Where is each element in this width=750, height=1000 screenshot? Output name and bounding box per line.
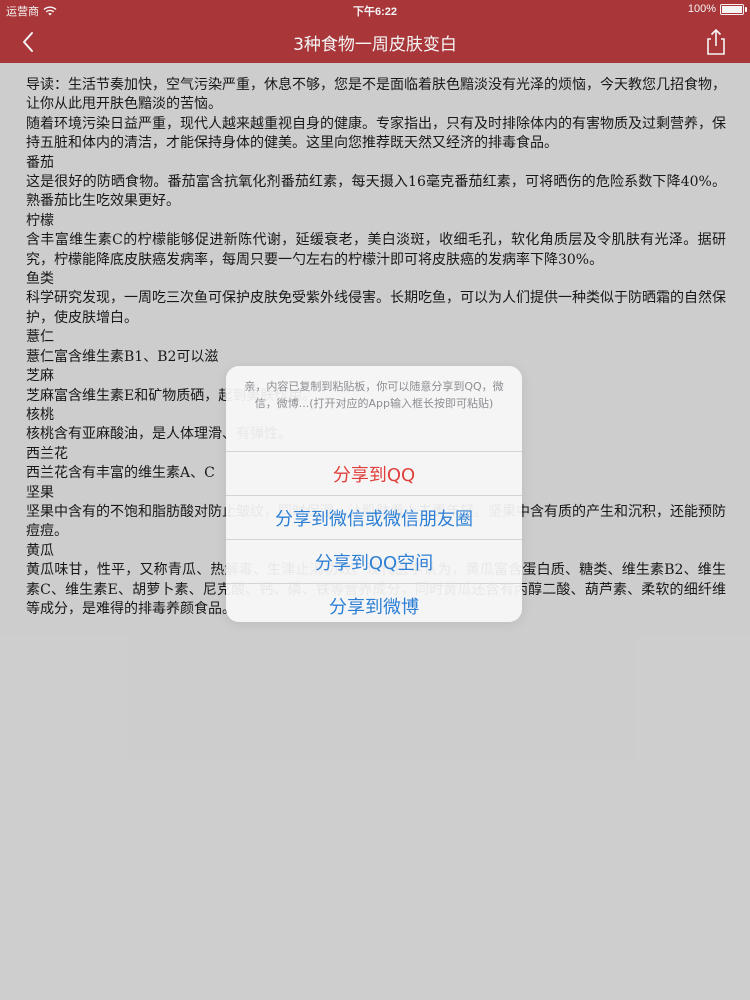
- share-sheet: 亲，内容已复制到粘贴板，你可以随意分享到QQ，微信，微博...(打开对应的App…: [226, 366, 522, 622]
- share-wechat-button[interactable]: 分享到微信或微信朋友圈: [226, 495, 522, 539]
- share-qzone-button[interactable]: 分享到QQ空间: [226, 539, 522, 583]
- share-qq-button[interactable]: 分享到QQ: [226, 451, 522, 495]
- share-sheet-message: 亲，内容已复制到粘贴板，你可以随意分享到QQ，微信，微博...(打开对应的App…: [244, 380, 504, 410]
- share-weibo-button[interactable]: 分享到微博: [226, 583, 522, 622]
